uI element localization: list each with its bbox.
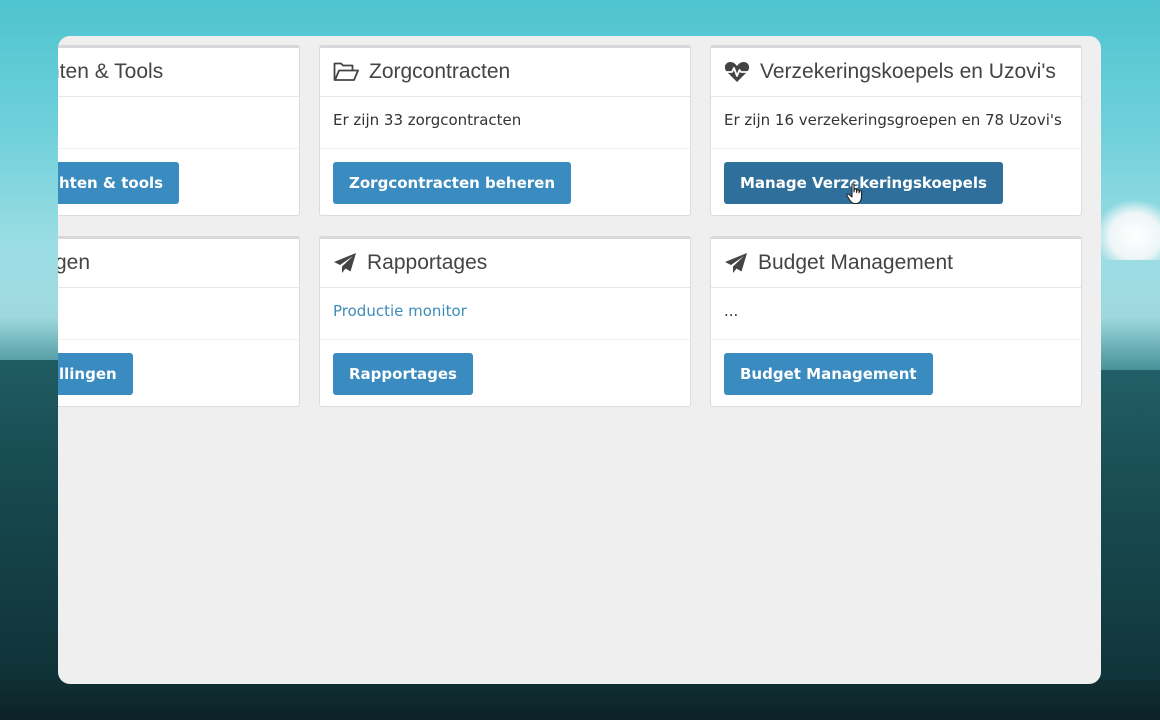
card-zorgcontracten: Zorgcontracten Er zijn 33 zorgcontracten… — [319, 45, 691, 216]
background-cloud — [1095, 200, 1160, 260]
background-ground — [0, 680, 1160, 720]
card-header: Rapportages — [320, 239, 690, 288]
card-footer: llingen — [58, 340, 299, 406]
manage-verzekeringskoepels-button[interactable]: Manage Verzekeringskoepels — [724, 162, 1003, 204]
card-rapportages: Rapportages Productie monitor Rapportage… — [319, 236, 691, 407]
card-body: Er zijn 16 verzekeringsgroepen en 78 Uzo… — [711, 97, 1081, 149]
dashboard-window: nten & Tools hten & tools Zorgcontracten… — [58, 36, 1101, 684]
card-budget-management: Budget Management ... Budget Management — [710, 236, 1082, 407]
card-header: Zorgcontracten — [320, 48, 690, 97]
card-body — [58, 288, 299, 340]
card-body: Er zijn 33 zorgcontracten — [320, 97, 690, 149]
card-footer: hten & tools — [58, 149, 299, 215]
card-body: Productie monitor — [320, 288, 690, 340]
card-footer: Budget Management — [711, 340, 1081, 406]
rapportages-button[interactable]: Rapportages — [333, 353, 473, 395]
tools-button[interactable]: hten & tools — [58, 162, 180, 204]
card-title: gen — [58, 251, 91, 274]
folder-open-icon — [333, 62, 359, 82]
card-header: nten & Tools — [58, 48, 299, 97]
budget-management-button[interactable]: Budget Management — [724, 353, 933, 395]
card-tools: nten & Tools hten & tools — [58, 45, 300, 216]
card-footer: Rapportages — [320, 340, 690, 406]
card-instellingen: gen llingen — [58, 236, 300, 407]
card-header: gen — [58, 239, 299, 288]
instellingen-button[interactable]: llingen — [58, 353, 133, 395]
card-title: Zorgcontracten — [369, 60, 511, 83]
paper-plane-icon — [333, 252, 357, 274]
card-title: Verzekeringskoepels en Uzovi's — [760, 60, 1056, 83]
productie-monitor-link[interactable]: Productie monitor — [333, 302, 467, 320]
card-title: nten & Tools — [58, 60, 164, 83]
card-body — [58, 97, 299, 149]
card-footer: Manage Verzekeringskoepels — [711, 149, 1081, 215]
manage-zorgcontracten-button[interactable]: Zorgcontracten beheren — [333, 162, 572, 204]
card-verzekeringskoepels: Verzekeringskoepels en Uzovi's Er zijn 1… — [710, 45, 1082, 216]
card-header: Verzekeringskoepels en Uzovi's — [711, 48, 1081, 97]
card-title: Budget Management — [758, 251, 953, 274]
card-header: Budget Management — [711, 239, 1081, 288]
heartbeat-icon — [724, 61, 750, 83]
card-body: ... — [711, 288, 1081, 340]
card-footer: Zorgcontracten beheren — [320, 149, 690, 215]
paper-plane-icon — [724, 252, 748, 274]
card-title: Rapportages — [367, 251, 488, 274]
